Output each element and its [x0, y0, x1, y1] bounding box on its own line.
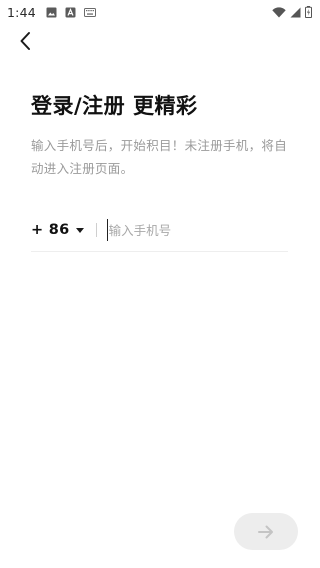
signal-icon: [290, 7, 301, 18]
image-icon: [46, 7, 57, 18]
login-screen: 1:44 登录/注册 更精彩 输入手机号后，开始积目！未注册手机，将自动进入注册…: [0, 0, 320, 568]
keyboard-icon: [83, 7, 96, 17]
system-icons: [272, 6, 312, 18]
country-code-selector[interactable]: + 86: [31, 222, 84, 238]
battery-icon: [305, 6, 312, 18]
dropdown-arrow-icon: [75, 227, 84, 233]
page-title: 登录/注册 更精彩: [31, 94, 198, 118]
input-underline: [31, 251, 288, 252]
arrow-right-icon: [258, 525, 274, 539]
back-button[interactable]: [12, 28, 38, 54]
chevron-left-icon: [19, 31, 31, 51]
phone-input-row: + 86: [31, 216, 288, 244]
status-time: 1:44: [7, 4, 36, 20]
page-subtitle: 输入手机号后，开始积目！未注册手机，将自动进入注册页面。: [31, 138, 288, 176]
app-store-icon: [65, 7, 76, 18]
country-code-label: + 86: [31, 222, 70, 238]
next-button[interactable]: [234, 513, 298, 550]
input-divider: [95, 223, 97, 237]
status-bar: 1:44: [0, 0, 320, 24]
notification-icons: [46, 7, 96, 18]
wifi-icon: [272, 6, 286, 18]
phone-number-input[interactable]: [106, 219, 288, 241]
